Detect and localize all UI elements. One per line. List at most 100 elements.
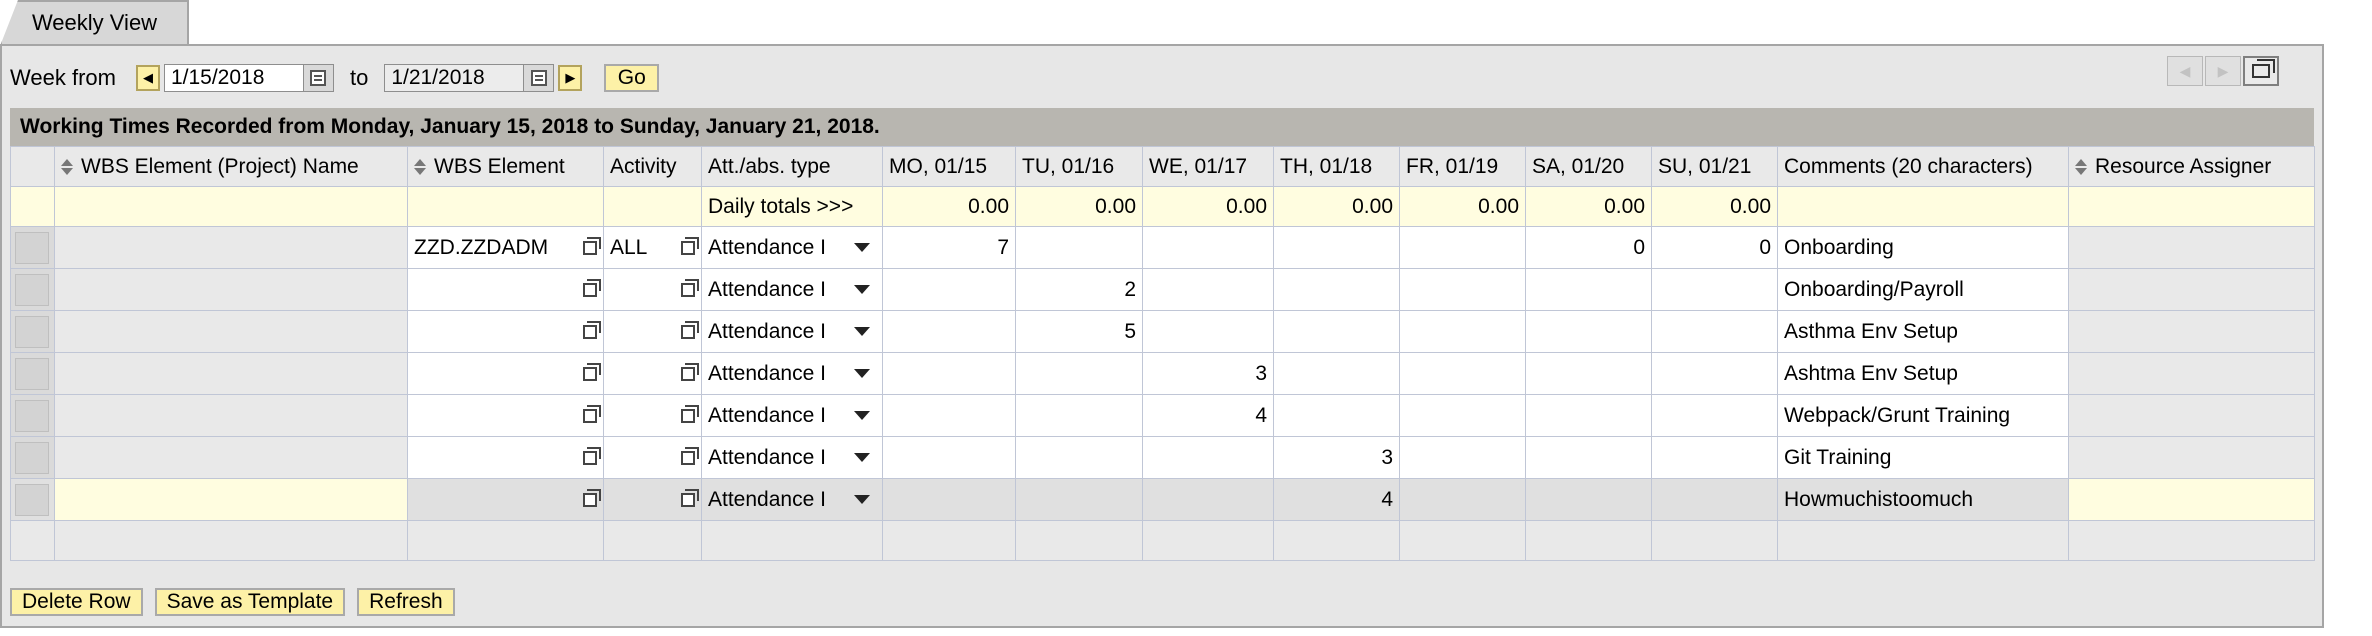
hours-mo-cell[interactable] — [882, 436, 1016, 479]
hours-sa-cell[interactable]: 0 — [1525, 226, 1652, 269]
hours-fr-cell[interactable] — [1399, 226, 1526, 269]
col-mo[interactable]: MO, 01/15 — [882, 146, 1016, 187]
dropdown-arrow-icon[interactable] — [854, 495, 870, 504]
col-fr[interactable]: FR, 01/19 — [1399, 146, 1526, 187]
wbs-cell[interactable] — [407, 436, 604, 479]
hours-mo-cell[interactable] — [882, 268, 1016, 311]
hours-th-cell[interactable]: 3 — [1273, 436, 1400, 479]
value-help-icon[interactable] — [681, 320, 699, 339]
col-att-type[interactable]: Att./abs. type — [701, 146, 883, 187]
row-selector-box[interactable] — [15, 441, 49, 474]
hours-we-cell[interactable] — [1142, 268, 1274, 311]
hours-fr-cell[interactable] — [1399, 478, 1526, 521]
col-activity[interactable]: Activity — [603, 146, 702, 187]
hours-sa-cell[interactable] — [1525, 310, 1652, 353]
dropdown-arrow-icon[interactable] — [854, 243, 870, 252]
hours-sa-cell[interactable] — [1525, 394, 1652, 437]
row-selector[interactable] — [10, 310, 55, 353]
hours-su-cell[interactable] — [1651, 478, 1778, 521]
value-help-icon[interactable] — [583, 488, 601, 507]
hours-we-cell[interactable] — [1142, 310, 1274, 353]
value-help-icon[interactable] — [583, 446, 601, 465]
hours-fr-cell[interactable] — [1399, 352, 1526, 395]
value-help-icon[interactable] — [583, 320, 601, 339]
row-selector-box[interactable] — [15, 357, 49, 390]
hours-fr-cell[interactable] — [1399, 394, 1526, 437]
comment-cell[interactable]: Git Training — [1777, 436, 2069, 479]
window-list-button[interactable] — [2243, 56, 2279, 86]
activity-cell[interactable] — [603, 436, 702, 479]
comment-cell[interactable]: Onboarding/Payroll — [1777, 268, 2069, 311]
activity-cell[interactable]: ALL — [603, 226, 702, 269]
comment-cell[interactable]: Asthma Env Setup — [1777, 310, 2069, 353]
dropdown-arrow-icon[interactable] — [854, 369, 870, 378]
wbs-cell[interactable] — [407, 478, 604, 521]
value-help-icon[interactable] — [583, 404, 601, 423]
hours-sa-cell[interactable] — [1525, 436, 1652, 479]
att-type-cell[interactable]: Attendance I — [701, 436, 883, 479]
row-selector-box[interactable] — [15, 315, 49, 348]
select-all-header[interactable] — [10, 146, 55, 187]
hours-su-cell[interactable] — [1651, 436, 1778, 479]
hours-th-cell[interactable]: 4 — [1273, 478, 1400, 521]
activity-cell[interactable] — [603, 478, 702, 521]
wbs-cell[interactable] — [407, 310, 604, 353]
value-help-icon[interactable] — [583, 362, 601, 381]
col-resource[interactable]: Resource Assigner — [2068, 146, 2315, 187]
from-calendar-button[interactable] — [303, 64, 334, 92]
scroll-right-button[interactable]: ▶ — [2205, 56, 2241, 86]
hours-th-cell[interactable] — [1273, 394, 1400, 437]
row-selector[interactable] — [10, 268, 55, 311]
hours-we-cell[interactable] — [1142, 478, 1274, 521]
delete-row-button[interactable]: Delete Row — [10, 588, 143, 616]
value-help-icon[interactable] — [681, 488, 699, 507]
activity-cell[interactable] — [603, 268, 702, 311]
col-sa[interactable]: SA, 01/20 — [1525, 146, 1652, 187]
col-wbs[interactable]: WBS Element — [407, 146, 604, 187]
hours-fr-cell[interactable] — [1399, 268, 1526, 311]
hours-th-cell[interactable] — [1273, 268, 1400, 311]
save-as-template-button[interactable]: Save as Template — [154, 588, 346, 616]
value-help-icon[interactable] — [681, 404, 699, 423]
comment-cell[interactable]: Onboarding — [1777, 226, 2069, 269]
hours-su-cell[interactable] — [1651, 310, 1778, 353]
wbs-cell[interactable] — [407, 268, 604, 311]
hours-mo-cell[interactable] — [882, 352, 1016, 395]
hours-we-cell[interactable]: 4 — [1142, 394, 1274, 437]
row-selector[interactable] — [10, 478, 55, 521]
hours-tu-cell[interactable]: 2 — [1015, 268, 1143, 311]
att-type-cell[interactable]: Attendance I — [701, 394, 883, 437]
hours-mo-cell[interactable] — [882, 394, 1016, 437]
hours-fr-cell[interactable] — [1399, 310, 1526, 353]
att-type-cell[interactable]: Attendance I — [701, 268, 883, 311]
row-selector-box[interactable] — [15, 231, 49, 264]
dropdown-arrow-icon[interactable] — [854, 285, 870, 294]
att-type-cell[interactable]: Attendance I — [701, 352, 883, 395]
dropdown-arrow-icon[interactable] — [854, 453, 870, 462]
comment-cell[interactable]: Ashtma Env Setup — [1777, 352, 2069, 395]
scroll-left-button[interactable]: ◀ — [2167, 56, 2203, 86]
col-tu[interactable]: TU, 01/16 — [1015, 146, 1143, 187]
hours-mo-cell[interactable]: 7 — [882, 226, 1016, 269]
comment-cell[interactable]: Webpack/Grunt Training — [1777, 394, 2069, 437]
dropdown-arrow-icon[interactable] — [854, 411, 870, 420]
value-help-icon[interactable] — [681, 236, 699, 255]
row-selector[interactable] — [10, 226, 55, 269]
att-type-cell[interactable]: Attendance I — [701, 478, 883, 521]
hours-tu-cell[interactable] — [1015, 352, 1143, 395]
hours-sa-cell[interactable] — [1525, 268, 1652, 311]
hours-fr-cell[interactable] — [1399, 436, 1526, 479]
col-th[interactable]: TH, 01/18 — [1273, 146, 1400, 187]
next-week-button[interactable]: ▶ — [558, 65, 583, 91]
hours-th-cell[interactable] — [1273, 352, 1400, 395]
col-we[interactable]: WE, 01/17 — [1142, 146, 1274, 187]
hours-we-cell[interactable]: 3 — [1142, 352, 1274, 395]
hours-su-cell[interactable]: 0 — [1651, 226, 1778, 269]
hours-we-cell[interactable] — [1142, 226, 1274, 269]
hours-su-cell[interactable] — [1651, 394, 1778, 437]
go-button[interactable]: Go — [604, 64, 660, 92]
hours-th-cell[interactable] — [1273, 310, 1400, 353]
row-selector[interactable] — [10, 436, 55, 479]
row-selector[interactable] — [10, 394, 55, 437]
hours-tu-cell[interactable] — [1015, 436, 1143, 479]
